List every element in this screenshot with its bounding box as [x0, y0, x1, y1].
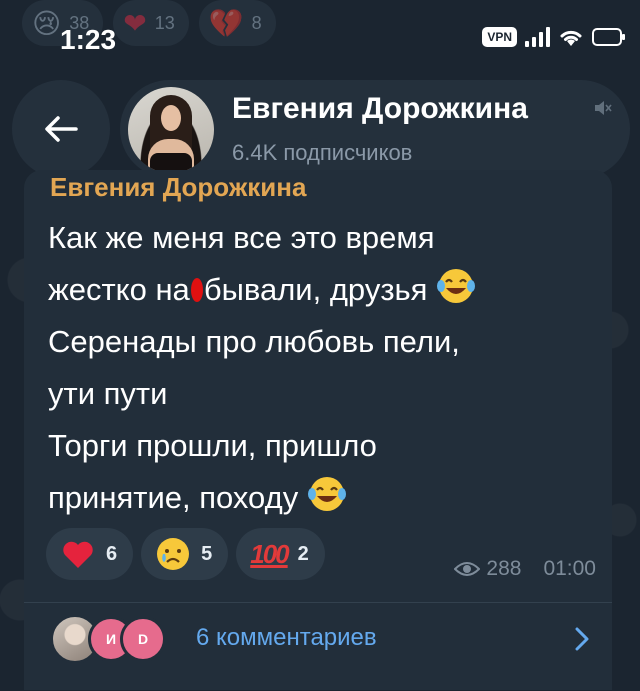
laughing-tears-icon — [437, 269, 476, 303]
arrow-left-icon — [45, 116, 78, 142]
reaction-crying[interactable]: 5 — [141, 528, 229, 580]
message-line: ути пути — [48, 376, 168, 411]
back-button[interactable] — [12, 80, 110, 178]
view-count: 288 — [486, 557, 522, 580]
message-author[interactable]: Евгения Дорожкина — [50, 172, 306, 203]
comments-label: 6 комментариев — [196, 624, 377, 651]
reaction-count: 2 — [297, 542, 309, 565]
signal-icon — [525, 27, 550, 47]
subscriber-count: 6.4K подписчиков — [232, 140, 413, 165]
reaction-hundred[interactable]: 100 2 — [236, 528, 325, 580]
message-line: Серенады про любовь пели, — [48, 324, 460, 359]
message-time: 01:00 — [543, 557, 596, 580]
chevron-right-icon — [575, 627, 589, 651]
hundred-points-icon: 100 — [250, 538, 289, 569]
reaction-count: 6 — [106, 542, 118, 565]
comments-button[interactable]: И D 6 комментариев — [24, 604, 612, 674]
message-line: Торги прошли, пришло — [48, 428, 377, 463]
wifi-icon — [560, 30, 582, 46]
message-reactions: 6 5 100 2 — [46, 528, 325, 580]
redaction-mark — [190, 278, 203, 302]
message-meta: 288 01:00 — [454, 557, 596, 581]
message-text: Как же меня все это время жестко на бывал… — [48, 212, 608, 524]
message-line: жестко на бывали, друзья — [48, 264, 608, 316]
battery-icon — [592, 28, 625, 46]
reaction-heart[interactable]: 6 — [46, 528, 134, 580]
message-line: принятие, походу — [48, 472, 608, 524]
crying-face-icon — [157, 538, 190, 570]
commenter-avatar: D — [120, 616, 166, 662]
vpn-icon: VPN — [482, 27, 517, 47]
channel-title: Евгения Дорожкина — [232, 92, 528, 125]
status-bar: 1:23 VPN — [0, 18, 640, 62]
eye-icon — [454, 562, 481, 576]
heart-icon — [63, 541, 93, 568]
divider — [24, 602, 612, 603]
status-time: 1:23 — [60, 24, 117, 55]
laughing-tears-icon — [307, 477, 346, 511]
reaction-count: 5 — [201, 542, 213, 565]
message-line: Как же меня все это время — [48, 220, 435, 255]
mute-icon — [595, 101, 612, 115]
status-icons: VPN — [482, 26, 625, 48]
channel-avatar[interactable] — [128, 87, 214, 173]
